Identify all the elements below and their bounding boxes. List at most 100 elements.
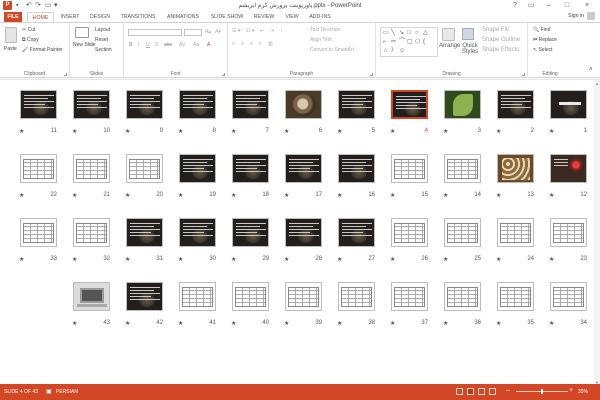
quick-styles-icon[interactable] xyxy=(462,28,474,40)
transition-star-icon[interactable]: ★ xyxy=(549,256,554,263)
transition-star-icon[interactable]: ★ xyxy=(72,192,77,199)
slide-thumbnail[interactable] xyxy=(550,218,587,247)
grow-font-icon[interactable]: A▴ xyxy=(205,29,211,36)
transition-star-icon[interactable]: ★ xyxy=(284,256,289,263)
tab-design[interactable]: DESIGN xyxy=(86,12,114,22)
columns-icon[interactable]: ▥ xyxy=(268,41,273,48)
slide-thumbnail[interactable] xyxy=(179,218,216,247)
transition-star-icon[interactable]: ★ xyxy=(231,128,236,135)
slide-thumbnail[interactable] xyxy=(391,154,428,183)
slide-thumbnail[interactable] xyxy=(126,154,163,183)
transition-star-icon[interactable]: ★ xyxy=(443,128,448,135)
tab-home[interactable]: HOME xyxy=(27,12,54,22)
strikethrough-button[interactable]: abc xyxy=(164,42,172,49)
transition-star-icon[interactable]: ★ xyxy=(19,256,24,263)
zoom-level[interactable]: 35% xyxy=(578,389,588,395)
slide-thumbnail[interactable] xyxy=(73,154,110,183)
slide-thumbnail[interactable] xyxy=(497,282,534,311)
right-arrow-shape-icon[interactable]: ⇨ xyxy=(391,39,396,45)
paste-button[interactable]: Paste xyxy=(4,46,17,53)
increase-indent-icon[interactable]: ⇥ xyxy=(270,28,274,35)
tab-slide-show[interactable]: SLIDE SHOW xyxy=(207,12,247,22)
slide-thumbnail[interactable] xyxy=(391,90,428,119)
tab-file[interactable]: FILE xyxy=(4,12,22,22)
transition-star-icon[interactable]: ★ xyxy=(337,256,342,263)
slide-show-view-icon[interactable] xyxy=(489,388,496,395)
language-indicator[interactable]: PERSIAN xyxy=(56,389,78,395)
slide-thumbnail[interactable] xyxy=(73,218,110,247)
align-left-icon[interactable]: ≡ xyxy=(232,41,235,48)
transition-star-icon[interactable]: ★ xyxy=(178,320,183,327)
spelling-icon[interactable]: ▣ xyxy=(46,388,52,395)
sign-in-link[interactable]: Sign in xyxy=(568,13,584,19)
slide-thumbnail[interactable] xyxy=(391,218,428,247)
transition-star-icon[interactable]: ★ xyxy=(284,128,289,135)
transition-star-icon[interactable]: ★ xyxy=(178,128,183,135)
transition-star-icon[interactable]: ★ xyxy=(72,256,77,263)
transition-star-icon[interactable]: ★ xyxy=(284,320,289,327)
transition-star-icon[interactable]: ★ xyxy=(496,128,501,135)
slide-thumbnail[interactable] xyxy=(20,90,57,119)
close-button[interactable]: × xyxy=(580,0,594,11)
slide-thumbnail[interactable] xyxy=(338,154,375,183)
slide-thumbnail[interactable] xyxy=(285,90,322,119)
new-slide-button[interactable]: New Slide xyxy=(73,42,96,49)
rounded-rect-shape-icon[interactable]: ▢ xyxy=(407,39,413,45)
slide-thumbnail[interactable] xyxy=(20,154,57,183)
slide-thumbnail[interactable] xyxy=(444,218,481,247)
transition-star-icon[interactable]: ★ xyxy=(337,128,342,135)
slide-thumbnail[interactable] xyxy=(179,154,216,183)
slide-thumbnail[interactable] xyxy=(126,218,163,247)
tab-insert[interactable]: INSERT xyxy=(57,12,83,22)
transition-star-icon[interactable]: ★ xyxy=(390,320,395,327)
avatar[interactable] xyxy=(587,12,595,20)
transition-star-icon[interactable]: ★ xyxy=(549,128,554,135)
rectangle-shape-icon[interactable]: □ xyxy=(407,30,411,36)
triangle-shape-icon[interactable]: △ xyxy=(423,30,428,36)
slide-thumbnail[interactable] xyxy=(285,154,322,183)
slide-thumbnail[interactable] xyxy=(444,90,481,119)
curve-shape-icon[interactable]: ⌒ xyxy=(399,39,405,45)
transition-star-icon[interactable]: ★ xyxy=(496,320,501,327)
new-slide-icon[interactable] xyxy=(75,27,89,38)
slide-thumbnail[interactable] xyxy=(444,154,481,183)
slide-thumbnail[interactable] xyxy=(73,90,110,119)
chevron-shape-icon[interactable]: 〉 xyxy=(391,48,397,54)
maximize-button[interactable]: □ xyxy=(560,0,574,11)
convert-smartart-button[interactable]: Convert to SmartArt xyxy=(310,47,354,54)
shrink-font-icon[interactable]: A▾ xyxy=(215,29,221,36)
shape-effects-button[interactable]: Shape Effects xyxy=(482,47,519,53)
transition-star-icon[interactable]: ★ xyxy=(390,128,395,135)
slide-thumbnail[interactable] xyxy=(550,90,587,119)
star-shape-icon[interactable]: ☆ xyxy=(383,48,388,54)
slide-thumbnail[interactable] xyxy=(73,282,110,311)
slide-thumbnail[interactable] xyxy=(285,218,322,247)
transition-star-icon[interactable]: ★ xyxy=(231,256,236,263)
arrange-button[interactable]: Arrange xyxy=(439,43,460,49)
slide-thumbnail[interactable] xyxy=(497,154,534,183)
collapse-ribbon-icon[interactable]: ˄ xyxy=(589,67,593,74)
character-spacing-button[interactable]: AV xyxy=(179,42,185,49)
font-size-combo[interactable] xyxy=(184,29,202,36)
ribbon-display-options-icon[interactable]: ▭ xyxy=(524,0,538,11)
transition-star-icon[interactable]: ★ xyxy=(549,192,554,199)
line-spacing-icon[interactable]: ↕ xyxy=(280,28,283,35)
tab-animations[interactable]: ANIMATIONS xyxy=(162,12,204,22)
select-button[interactable]: ↖ Select xyxy=(533,47,553,54)
line-shape-icon[interactable]: ╲ xyxy=(391,30,395,36)
section-button[interactable]: Section xyxy=(95,47,112,54)
quick-styles-button[interactable]: Quick Styles xyxy=(461,43,479,55)
vertical-scrollbar[interactable]: ▲ ▼ xyxy=(594,80,600,385)
numbering-icon[interactable]: ☷ ▾ xyxy=(246,28,254,35)
transition-star-icon[interactable]: ★ xyxy=(125,128,130,135)
pentagon-shape-icon[interactable]: ⬠ xyxy=(415,39,420,45)
transition-star-icon[interactable]: ★ xyxy=(19,192,24,199)
transition-star-icon[interactable]: ★ xyxy=(231,320,236,327)
zoom-out-icon[interactable]: – xyxy=(506,387,510,394)
transition-star-icon[interactable]: ★ xyxy=(549,320,554,327)
oval-shape-icon[interactable]: ○ xyxy=(415,30,419,36)
center-icon[interactable]: ≡ xyxy=(241,41,244,48)
transition-star-icon[interactable]: ★ xyxy=(19,128,24,135)
transition-star-icon[interactable]: ★ xyxy=(443,192,448,199)
slide-thumbnail[interactable] xyxy=(285,282,322,311)
